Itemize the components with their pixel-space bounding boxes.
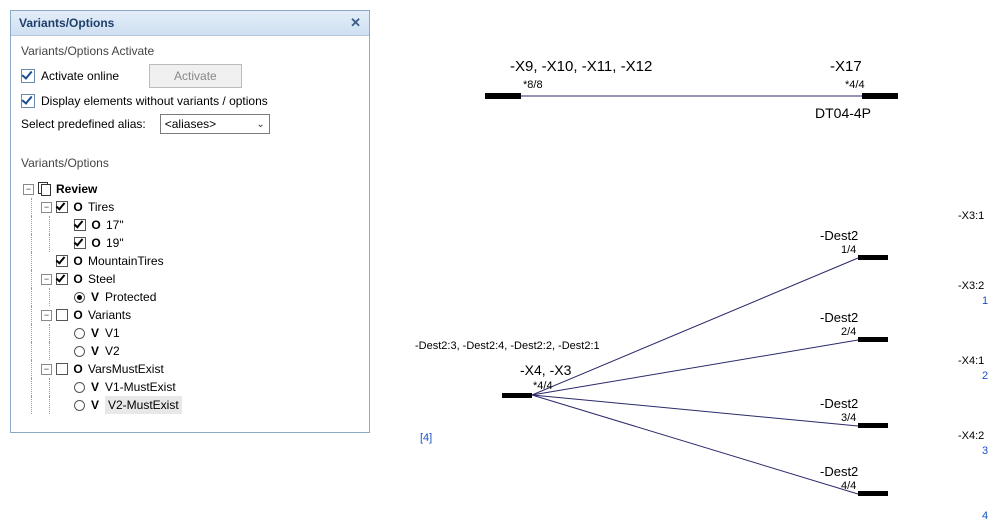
node-v2m[interactable]: V V2-MustExist [23, 396, 357, 414]
variant-icon: V [89, 324, 101, 342]
alias-select[interactable]: <aliases> ⌄ [160, 114, 270, 134]
center-label: -X4, -X3 [520, 362, 571, 378]
v1-radio[interactable] [74, 328, 85, 339]
display-without-checkbox[interactable] [21, 94, 35, 108]
top-left-label: -X9, -X10, -X11, -X12 [510, 58, 652, 75]
c17-checkbox[interactable] [74, 219, 86, 231]
c19-label: 19" [106, 234, 124, 252]
node-v1[interactable]: V V1 [23, 324, 357, 342]
variants-panel: Variants/Options ✕ Variants/Options Acti… [10, 10, 370, 433]
edge-1: -X3:1 [958, 210, 984, 222]
option-icon: O [72, 306, 84, 324]
activate-online-checkbox[interactable] [21, 69, 35, 83]
panel-title-text: Variants/Options [19, 16, 114, 30]
dest2-3-sub: 3/4 [841, 412, 856, 424]
collapse-icon[interactable]: − [41, 364, 52, 375]
node-19[interactable]: O 19" [23, 234, 357, 252]
v2m-radio[interactable] [74, 400, 85, 411]
option-icon: O [72, 270, 84, 288]
edge-3n: 2 [982, 370, 988, 382]
v1m-radio[interactable] [74, 382, 85, 393]
top-right-sub: *4/4 [845, 79, 865, 91]
option-icon: O [72, 252, 84, 270]
edge-2n: 1 [982, 295, 988, 307]
protected-label: Protected [105, 288, 156, 306]
variant-icon: V [89, 288, 101, 306]
node-v2[interactable]: V V2 [23, 342, 357, 360]
alias-label: Select predefined alias: [21, 117, 146, 131]
dt-label: DT04-4P [815, 105, 871, 121]
edge-4n: 3 [982, 445, 988, 457]
dest2-1-sub: 1/4 [841, 244, 856, 256]
v1m-label: V1-MustExist [105, 378, 176, 396]
collapse-icon[interactable]: − [41, 274, 52, 285]
center-sub: *4/4 [533, 380, 553, 392]
variants-label: Variants [88, 306, 131, 324]
node-variants[interactable]: − O Variants [23, 306, 357, 324]
schematic-canvas: -X9, -X10, -X11, -X12 *8/8 -X17 *4/4 DT0… [400, 0, 1000, 532]
schematic-svg [400, 0, 1000, 532]
activate-online-label: Activate online [41, 69, 119, 83]
collapse-icon[interactable]: − [41, 202, 52, 213]
display-without-label: Display elements without variants / opti… [41, 94, 268, 108]
mountain-checkbox[interactable] [56, 255, 68, 267]
option-icon: O [72, 198, 84, 216]
protected-radio[interactable] [74, 292, 85, 303]
chevron-down-icon: ⌄ [256, 119, 264, 130]
tree-header: Variants/Options [21, 156, 359, 170]
varsmust-label: VarsMustExist [88, 360, 164, 378]
variant-icon: V [89, 378, 101, 396]
alias-value: <aliases> [165, 117, 216, 131]
steel-label: Steel [88, 270, 115, 288]
steel-checkbox[interactable] [56, 273, 68, 285]
v2-radio[interactable] [74, 346, 85, 357]
edge-3: -X4:1 [958, 355, 984, 367]
collapse-icon[interactable]: − [41, 310, 52, 321]
edge-5n: 4 [982, 510, 988, 522]
option-icon: O [90, 216, 102, 234]
node-tires[interactable]: − O Tires [23, 198, 357, 216]
dest2-2-sub: 2/4 [841, 326, 856, 338]
variants-checkbox[interactable] [56, 309, 68, 321]
dest2-1: -Dest2 [820, 228, 858, 243]
tires-label: Tires [88, 198, 114, 216]
v2m-label: V2-MustExist [105, 396, 182, 414]
c19-checkbox[interactable] [74, 237, 86, 249]
dest2-3: -Dest2 [820, 396, 858, 411]
top-right-label: -X17 [830, 58, 862, 75]
document-stack-icon [38, 182, 52, 196]
close-icon[interactable]: ✕ [350, 15, 361, 31]
node-mountain[interactable]: O MountainTires [23, 252, 357, 270]
node-varsmust[interactable]: − O VarsMustExist [23, 360, 357, 378]
top-left-sub: *8/8 [523, 79, 543, 91]
node-17[interactable]: O 17" [23, 216, 357, 234]
v1-label: V1 [105, 324, 120, 342]
option-icon: O [90, 234, 102, 252]
dest2-4-sub: 4/4 [841, 480, 856, 492]
edge-2: -X3:2 [958, 280, 984, 292]
bundle-label: -Dest2:3, -Dest2:4, -Dest2:2, -Dest2:1 [415, 340, 600, 352]
activate-section-label: Variants/Options Activate [21, 44, 359, 58]
variant-icon: V [89, 342, 101, 360]
panel-titlebar[interactable]: Variants/Options ✕ [11, 11, 369, 36]
tires-checkbox[interactable] [56, 201, 68, 213]
dest2-2: -Dest2 [820, 310, 858, 325]
node-v1m[interactable]: V V1-MustExist [23, 378, 357, 396]
variants-tree: − Review − O Tires O 17" O [21, 176, 359, 420]
v2-label: V2 [105, 342, 120, 360]
option-icon: O [72, 360, 84, 378]
dest2-4: -Dest2 [820, 464, 858, 479]
mountain-label: MountainTires [88, 252, 164, 270]
edge-4: -X4:2 [958, 430, 984, 442]
tree-root[interactable]: − Review [23, 180, 357, 198]
variant-icon: V [89, 396, 101, 414]
varsmust-checkbox[interactable] [56, 363, 68, 375]
collapse-icon[interactable]: − [23, 184, 34, 195]
root-label: Review [56, 180, 97, 198]
node-steel[interactable]: − O Steel [23, 270, 357, 288]
marker-label: [4] [420, 432, 432, 444]
c17-label: 17" [106, 216, 124, 234]
activate-button[interactable]: Activate [149, 64, 242, 88]
node-protected[interactable]: V Protected [23, 288, 357, 306]
